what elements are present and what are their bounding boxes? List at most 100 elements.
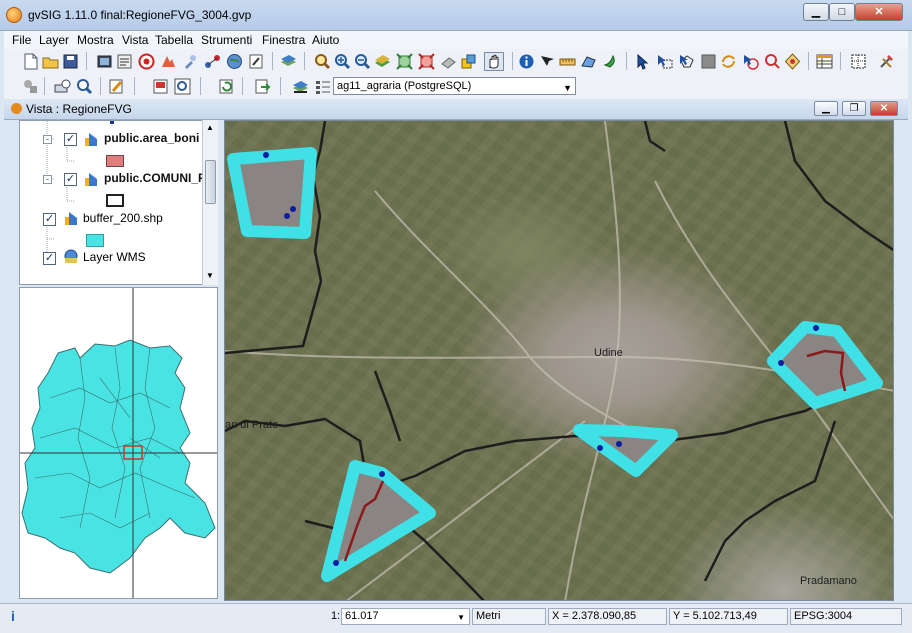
layer-checkbox[interactable]: ✓ — [64, 133, 77, 146]
view-title: Vista : RegioneFVG — [26, 102, 132, 116]
layer-list-icon[interactable] — [314, 78, 331, 95]
open-folder-icon[interactable] — [42, 53, 59, 70]
tool-icon[interactable] — [182, 53, 199, 70]
zoom-selected-icon[interactable] — [418, 53, 435, 70]
add-layer-icon[interactable] — [96, 53, 113, 70]
zoom-window-icon[interactable] — [174, 78, 191, 95]
zoom-lens-icon[interactable] — [314, 53, 331, 70]
gray-shapes-icon[interactable] — [22, 78, 39, 95]
measure-distance-icon[interactable] — [559, 53, 576, 70]
hyperlink-icon[interactable] — [602, 53, 619, 70]
region-overview — [20, 288, 217, 598]
invert-selection-icon[interactable] — [720, 53, 737, 70]
full-extent-icon[interactable] — [374, 53, 391, 70]
chevron-down-icon: ▼ — [563, 83, 572, 93]
refresh-icon[interactable] — [218, 78, 235, 95]
menu-tabella[interactable]: Tabella — [155, 33, 193, 47]
wms-layer-icon — [64, 249, 78, 263]
view-restore-button[interactable]: ❐ — [842, 101, 866, 116]
info-icon[interactable] — [518, 53, 535, 70]
map-view[interactable]: Udine an di Prato Pradamano — [224, 120, 894, 601]
active-layer-icon[interactable] — [292, 78, 309, 95]
menu-layer[interactable]: Layer — [39, 33, 69, 47]
select-polygon-icon[interactable] — [678, 53, 695, 70]
view-close-button[interactable]: ✕ — [870, 101, 898, 116]
window-title: gvSIG 1.11.0 final:RegioneFVG_3004.gvp — [28, 8, 252, 22]
scroll-down-icon[interactable]: ▼ — [206, 271, 214, 280]
minimize-button[interactable]: ▁ — [803, 3, 829, 21]
expand-toggle[interactable]: - — [43, 175, 52, 184]
measure-point-icon[interactable] — [538, 53, 555, 70]
scroll-up-icon[interactable]: ▲ — [206, 123, 214, 132]
target-icon[interactable] — [138, 53, 155, 70]
select-circle-icon[interactable] — [742, 53, 759, 70]
map-label-udine: Udine — [594, 347, 623, 359]
layer-label[interactable]: Layer WMS — [83, 250, 146, 270]
layer-checkbox[interactable]: ✓ — [43, 213, 56, 226]
scale-value: 61.017 — [345, 610, 379, 622]
eraser-icon[interactable] — [440, 53, 457, 70]
layer-checkbox[interactable]: ✓ — [64, 173, 77, 186]
scroll-thumb[interactable] — [205, 160, 216, 204]
zoom-out-icon[interactable] — [354, 53, 371, 70]
table-icon[interactable] — [816, 53, 833, 70]
select-arrow-icon[interactable] — [634, 53, 651, 70]
zoom-in-icon[interactable] — [334, 53, 351, 70]
edit-icon[interactable] — [248, 53, 265, 70]
layer-checkbox[interactable]: ✓ — [43, 252, 56, 265]
chevron-down-icon: ▼ — [457, 613, 465, 622]
close-button[interactable]: ✕ — [855, 3, 903, 21]
layer-props-icon[interactable] — [116, 53, 133, 70]
select-rect-icon[interactable] — [656, 53, 673, 70]
layer-label[interactable]: public.COMUNI_F — [104, 171, 205, 191]
menu-strumenti[interactable]: Strumenti — [201, 33, 252, 47]
select-buffer-icon[interactable] — [784, 53, 801, 70]
save-icon[interactable] — [62, 53, 79, 70]
status-bar: i 1: 61.017 ▼ Metri X = 2.378.090,85 Y =… — [0, 603, 912, 633]
active-layer-select[interactable]: ag11_agraria (PostgreSQL) ▼ — [333, 77, 576, 95]
measure-area-icon[interactable] — [580, 53, 597, 70]
scale-combo[interactable]: 61.017 ▼ — [341, 608, 470, 625]
pan-hand-icon[interactable] — [484, 52, 504, 71]
menu-aiuto[interactable]: Aiuto — [312, 33, 339, 47]
units-field: Metri — [472, 608, 546, 625]
layer-label[interactable]: public.area_boni — [104, 131, 199, 151]
layers-stack-icon[interactable] — [280, 53, 297, 70]
map-layout-icon[interactable] — [152, 78, 169, 95]
view-minimize-button[interactable]: ▁ — [814, 101, 838, 116]
export-icon[interactable] — [254, 78, 271, 95]
layer-symbol — [86, 234, 104, 247]
globe-icon[interactable] — [226, 53, 243, 70]
geoprocess-icon[interactable] — [160, 53, 177, 70]
shapefile-layer-icon — [65, 212, 77, 225]
select-all-icon[interactable] — [700, 53, 717, 70]
info-icon[interactable]: i — [11, 608, 15, 624]
select-by-point-icon[interactable] — [764, 53, 781, 70]
layer-color-icon[interactable] — [460, 53, 477, 70]
vector-layer-icon — [85, 133, 97, 146]
expand-toggle[interactable]: - — [43, 135, 52, 144]
find-by-attribute-icon[interactable] — [76, 78, 93, 95]
scale-prefix: 1: — [331, 610, 341, 622]
grid-icon[interactable] — [850, 53, 867, 70]
toc-scrollbar[interactable]: ▲ ▼ — [202, 120, 218, 285]
menu-vista[interactable]: Vista — [122, 33, 148, 47]
menu-mostra[interactable]: Mostra — [77, 33, 114, 47]
zoom-extent-icon[interactable] — [396, 53, 413, 70]
print-preview-icon[interactable] — [54, 78, 71, 95]
edit-layer-icon[interactable] — [108, 78, 125, 95]
network-icon[interactable] — [204, 53, 221, 70]
layer-symbol — [106, 155, 124, 167]
tools-icon[interactable] — [878, 53, 895, 70]
x-coordinate: X = 2.378.090,85 — [548, 608, 667, 625]
layer-label[interactable]: buffer_200.shp — [83, 211, 163, 231]
locator-map[interactable] — [19, 287, 218, 599]
menu-bar: File Layer Mostra Vista Tabella Strument… — [4, 31, 908, 49]
menu-file[interactable]: File — [12, 33, 31, 47]
new-file-icon[interactable] — [22, 53, 39, 70]
crs-field: EPSG:3004 — [790, 608, 902, 625]
y-coordinate: Y = 5.102.713,49 — [669, 608, 788, 625]
menu-finestra[interactable]: Finestra — [262, 33, 305, 47]
maximize-button[interactable]: □ — [829, 3, 855, 21]
vector-layer-icon — [85, 173, 97, 186]
